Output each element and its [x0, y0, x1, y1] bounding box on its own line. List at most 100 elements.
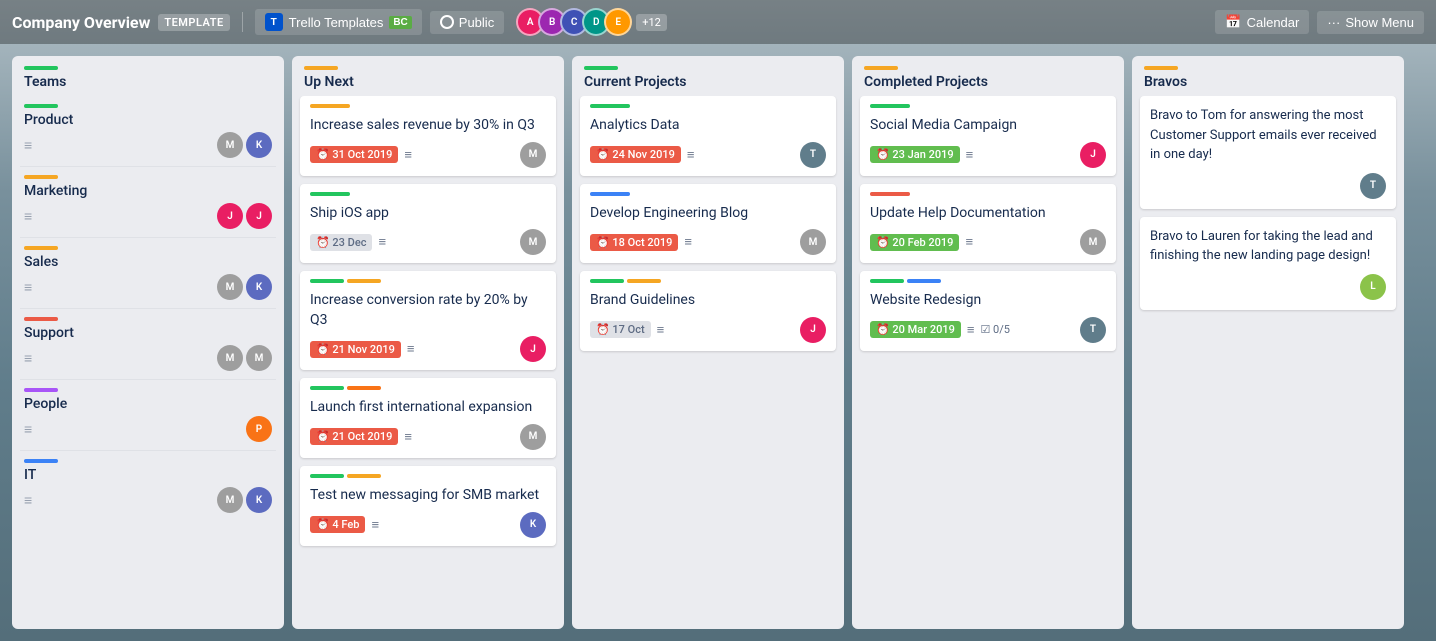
card-color-bar-item [627, 279, 661, 283]
card-footer: ⏰ 21 Oct 2019≡M [310, 424, 546, 450]
date-badge: ⏰ 21 Oct 2019 [310, 428, 398, 445]
avatar[interactable]: M [520, 229, 546, 255]
date-badge: ⏰ 23 Dec [310, 234, 372, 251]
avatar[interactable]: K [246, 487, 272, 513]
column-teams: TeamsProduct≡MKMarketing≡JJSales≡MKSuppo… [12, 56, 284, 629]
card-meta: ⏰ 20 Mar 2019≡☑ 0/5 [870, 321, 1010, 338]
desc-icon: ≡ [24, 421, 32, 438]
workspace-button[interactable]: T Trello Templates BC [255, 9, 422, 35]
card[interactable]: Increase conversion rate by 20% by Q3⏰ 2… [300, 271, 556, 370]
card-color-bar-item [347, 474, 381, 478]
avatar[interactable]: T [1360, 173, 1386, 199]
avatar[interactable]: M [217, 132, 243, 158]
bravos-card[interactable]: Bravo to Lauren for taking the lead and … [1140, 217, 1396, 310]
desc-icon: ≡ [371, 517, 379, 533]
card-title: Website Redesign [870, 291, 1106, 311]
card-avatars: J [520, 336, 546, 362]
team-item[interactable]: Product≡MK [20, 96, 276, 167]
card-color-bar-item [310, 386, 344, 390]
date-badge: ⏰ 20 Feb 2019 [870, 234, 959, 251]
avatar[interactable]: M [217, 274, 243, 300]
avatar[interactable]: K [246, 132, 272, 158]
team-color-bar [24, 246, 58, 250]
card-color-bars [870, 279, 1106, 283]
team-item[interactable]: Support ≡MM [20, 309, 276, 380]
bravos-text: Bravo to Lauren for taking the lead and … [1150, 227, 1386, 266]
avatar[interactable]: L [1360, 274, 1386, 300]
card[interactable]: Launch first international expansion⏰ 21… [300, 378, 556, 458]
avatar[interactable]: M [217, 487, 243, 513]
calendar-label: Calendar [1247, 15, 1300, 30]
team-footer: ≡MM [24, 345, 272, 371]
card-color-bar [870, 192, 910, 196]
card[interactable]: Analytics Data⏰ 24 Nov 2019≡T [580, 96, 836, 176]
team-item[interactable]: Sales≡MK [20, 238, 276, 309]
avatar[interactable]: T [1080, 317, 1106, 343]
team-footer: ≡P [24, 416, 272, 442]
bravos-footer: T [1150, 173, 1386, 199]
avatar[interactable]: T [800, 142, 826, 168]
team-footer: ≡MK [24, 274, 272, 300]
avatar[interactable]: M [800, 229, 826, 255]
avatar[interactable]: M [217, 345, 243, 371]
avatar[interactable]: M [520, 424, 546, 450]
desc-icon: ≡ [24, 492, 32, 509]
card[interactable]: Test new messaging for SMB market⏰ 4 Feb… [300, 466, 556, 546]
show-menu-label: Show Menu [1345, 15, 1414, 30]
card[interactable]: Develop Engineering Blog⏰ 18 Oct 2019≡M [580, 184, 836, 264]
card-footer: ⏰ 23 Dec ≡ M [310, 229, 546, 255]
card-meta: ⏰ 23 Jan 2019≡ [870, 146, 973, 163]
card[interactable]: Increase sales revenue by 30% in Q3⏰ 31 … [300, 96, 556, 176]
column-color-bar [24, 66, 58, 70]
column-title: Current Projects [584, 74, 687, 90]
avatar[interactable]: J [800, 317, 826, 343]
column-body-up-next: Increase sales revenue by 30% in Q3⏰ 31 … [292, 96, 564, 629]
calendar-button[interactable]: 📅 Calendar [1215, 10, 1309, 34]
desc-icon: ≡ [24, 137, 32, 154]
card-meta: ⏰ 24 Nov 2019≡ [590, 146, 694, 163]
date-badge: ⏰ 23 Jan 2019 [870, 146, 960, 163]
avatar[interactable]: J [520, 336, 546, 362]
team-item[interactable]: People≡P [20, 380, 276, 451]
card-color-bars [590, 279, 826, 283]
avatar[interactable]: J [246, 203, 272, 229]
avatar[interactable]: M [520, 142, 546, 168]
avatar[interactable]: J [1080, 142, 1106, 168]
card[interactable]: Ship iOS app⏰ 23 Dec≡M [300, 184, 556, 264]
header-right: 📅 Calendar ··· Show Menu [1215, 10, 1424, 34]
card-avatars: J [1080, 142, 1106, 168]
avatar[interactable]: E [604, 8, 632, 36]
card-avatars: T [800, 142, 826, 168]
avatar[interactable]: M [246, 345, 272, 371]
template-badge: TEMPLATE [158, 14, 229, 31]
card-avatars: JJ [217, 203, 272, 229]
members-avatars[interactable]: A B C D E +12 [516, 8, 667, 36]
team-item[interactable]: Marketing≡JJ [20, 167, 276, 238]
card[interactable]: Social Media Campaign⏰ 23 Jan 2019≡J [860, 96, 1116, 176]
card[interactable]: Update Help Documentation⏰ 20 Feb 2019≡M [860, 184, 1116, 264]
visibility-button[interactable]: Public [430, 11, 504, 34]
desc-icon: ≡ [404, 147, 412, 163]
card-avatars: MK [217, 132, 272, 158]
avatar[interactable]: M [1080, 229, 1106, 255]
avatar[interactable]: K [520, 512, 546, 538]
card-color-bar [590, 192, 630, 196]
card-footer: ⏰ 20 Feb 2019≡ M [870, 229, 1106, 255]
card-meta: ⏰ 20 Feb 2019≡ [870, 234, 973, 251]
team-label: Support [24, 325, 272, 341]
card[interactable]: Brand Guidelines⏰ 17 Oct≡J [580, 271, 836, 351]
team-color-bar [24, 104, 58, 108]
desc-icon: ≡ [378, 234, 386, 250]
date-badge: ⏰ 17 Oct [590, 321, 651, 338]
card-color-bar-item [590, 279, 624, 283]
column-body-current-projects: Analytics Data⏰ 24 Nov 2019≡TDevelop Eng… [572, 96, 844, 629]
team-item[interactable]: IT≡MK [20, 451, 276, 521]
bravos-card[interactable]: Bravo to Tom for answering the most Cust… [1140, 96, 1396, 209]
card[interactable]: Website Redesign ⏰ 20 Mar 2019≡☑ 0/5 T [860, 271, 1116, 351]
avatar[interactable]: J [217, 203, 243, 229]
show-menu-button[interactable]: ··· Show Menu [1317, 11, 1424, 34]
column-header-bravos: Bravos [1132, 56, 1404, 96]
avatar[interactable]: P [246, 416, 272, 442]
card-avatars: T [1080, 317, 1106, 343]
avatar[interactable]: K [246, 274, 272, 300]
